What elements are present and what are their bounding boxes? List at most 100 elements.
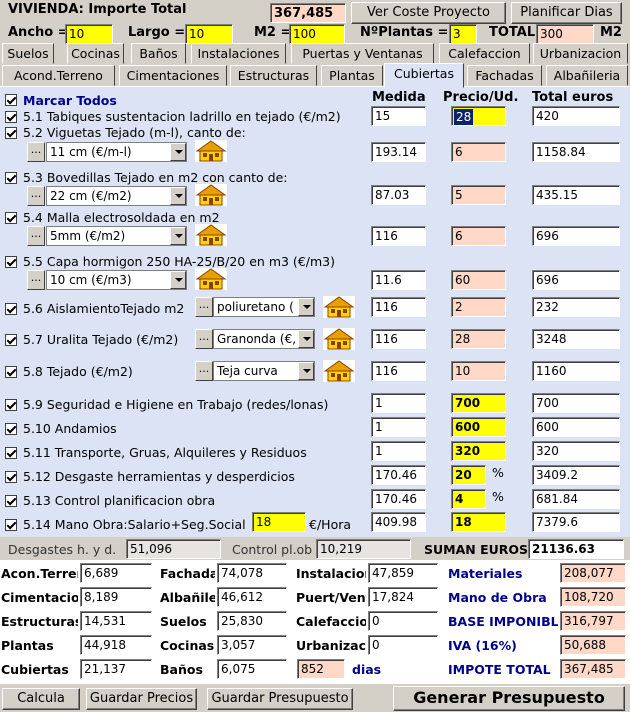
- item-5-1-medida[interactable]: 15: [371, 106, 426, 126]
- house-icon[interactable]: [195, 184, 227, 206]
- generar-presupuesto-button[interactable]: Generar Presupuesto: [393, 686, 625, 711]
- ancho-input[interactable]: 10: [65, 24, 113, 44]
- checkbox-5-1[interactable]: [5, 111, 17, 123]
- tab-cimentaciones[interactable]: Cimentaciones: [119, 65, 227, 86]
- item-5-14-medida[interactable]: 409.98: [371, 512, 426, 532]
- item-5-14-precio[interactable]: 18: [451, 512, 506, 532]
- item-5-3-medida[interactable]: 87.03: [371, 185, 426, 205]
- item-5-7-medida[interactable]: 116: [371, 329, 426, 349]
- calcula-button[interactable]: Calcula: [2, 688, 80, 710]
- item-5-4-medida[interactable]: 116: [371, 226, 426, 246]
- checkbox-5-5[interactable]: [5, 256, 17, 268]
- house-icon[interactable]: [323, 360, 355, 382]
- tab-banos[interactable]: Baños: [131, 43, 186, 64]
- checkbox-5-11[interactable]: [5, 447, 17, 459]
- item-5-3-select[interactable]: 22 cm (€/m2): [46, 186, 187, 206]
- item-5-5-medida[interactable]: 11.6: [371, 270, 426, 290]
- item-5-5-precio[interactable]: 60: [451, 270, 506, 290]
- tab-cocinas[interactable]: Cocinas: [67, 43, 124, 64]
- item-5-2-precio[interactable]: 6: [451, 142, 506, 162]
- checkbox-5-10[interactable]: [5, 423, 17, 435]
- guardar-precios-button[interactable]: Guardar Precios: [86, 688, 197, 710]
- plantas-input[interactable]: 3: [449, 24, 477, 44]
- item-5-8-more-button[interactable]: ...: [195, 361, 213, 381]
- item-5-9-medida[interactable]: 1: [371, 393, 426, 413]
- item-5-10-medida[interactable]: 1: [371, 417, 426, 437]
- summary-label-base-imponible: BASE IMPONIBLE: [448, 614, 558, 629]
- item-5-10-precio[interactable]: 600: [451, 417, 506, 437]
- summary-value-acon-terreno: 6,689: [80, 563, 152, 583]
- summary-label-fachadas: Fachadas: [160, 566, 215, 581]
- marcar-todos-label[interactable]: Marcar Todos: [23, 93, 117, 108]
- col-medida-header: Medida: [372, 90, 426, 105]
- checkbox-5-12[interactable]: [5, 471, 17, 483]
- item-5-1-precio[interactable]: 28: [451, 106, 506, 126]
- house-icon[interactable]: [195, 224, 227, 246]
- summary-label-instalaciones: Instalaciones: [296, 566, 366, 581]
- tab-acond-terreno[interactable]: Acond.Terreno: [2, 65, 115, 86]
- checkbox-5-7[interactable]: [5, 334, 17, 346]
- tab-puertas-y-ventanas[interactable]: Puertas y Ventanas: [291, 43, 434, 64]
- checkbox-5-13[interactable]: [5, 495, 17, 507]
- checkbox-5-3[interactable]: [5, 172, 17, 184]
- item-5-7-precio[interactable]: 28: [451, 329, 506, 349]
- item-5-8-medida[interactable]: 116: [371, 361, 426, 381]
- item-5-3-precio[interactable]: 5: [451, 185, 506, 205]
- item-5-8-precio[interactable]: 10: [451, 361, 506, 381]
- item-5-14-salario-input[interactable]: 18: [252, 512, 306, 532]
- item-5-4-more-button[interactable]: ...: [27, 226, 45, 246]
- house-icon[interactable]: [195, 140, 227, 162]
- item-5-2-more-button[interactable]: ...: [27, 142, 45, 162]
- item-5-2-select[interactable]: 11 cm (€/m-l): [46, 142, 187, 162]
- checkbox-5-2[interactable]: [5, 127, 17, 139]
- item-5-12-medida[interactable]: 170.46: [371, 465, 426, 485]
- item-5-2-medida[interactable]: 193.14: [371, 142, 426, 162]
- checkbox-5-9[interactable]: [5, 399, 17, 411]
- item-5-8-select[interactable]: Teja curva: [213, 361, 315, 381]
- item-5-12-precio[interactable]: 20: [451, 465, 486, 485]
- tab-albanileria[interactable]: Albañileria: [546, 65, 628, 86]
- checkbox-5-8[interactable]: [5, 366, 17, 378]
- item-5-7-select[interactable]: Granonda (€,: [213, 329, 315, 349]
- tab-cubiertas[interactable]: Cubiertas: [384, 63, 464, 88]
- item-5-6-more-button[interactable]: ...: [195, 297, 213, 317]
- summary-label-mano-de-obra: Mano de Obra: [448, 590, 547, 605]
- ver-coste-proyecto-button[interactable]: Ver Coste Proyecto: [351, 2, 506, 24]
- tab-instalaciones[interactable]: Instalaciones: [191, 43, 286, 64]
- item-5-3-more-button[interactable]: ...: [27, 186, 45, 206]
- item-5-6-medida[interactable]: 116: [371, 297, 426, 317]
- marcar-todos-checkbox[interactable]: [5, 94, 17, 106]
- checkbox-5-4[interactable]: [5, 212, 17, 224]
- item-5-9-precio[interactable]: 700: [451, 393, 506, 413]
- tab-estructuras[interactable]: Estructuras: [230, 65, 317, 86]
- item-5-7-more-button[interactable]: ...: [195, 329, 213, 349]
- summary-value-albanileria: 46,612: [217, 587, 287, 607]
- item-5-5-select[interactable]: 10 cm (€/m3): [46, 270, 187, 290]
- planificar-dias-button[interactable]: Planificar Dias: [511, 2, 622, 24]
- house-icon[interactable]: [323, 296, 355, 318]
- tab-plantas[interactable]: Plantas: [321, 65, 383, 86]
- tab-suelos[interactable]: Suelos: [2, 43, 54, 64]
- house-icon[interactable]: [195, 268, 227, 290]
- item-5-4-select[interactable]: 5mm (€/m2): [46, 226, 187, 246]
- tab-fachadas[interactable]: Fachadas: [467, 65, 542, 86]
- item-5-11-precio[interactable]: 320: [451, 441, 506, 461]
- item-5-6-precio[interactable]: 2: [451, 297, 506, 317]
- item-5-13-precio[interactable]: 4: [451, 489, 486, 509]
- item-5-4-precio[interactable]: 6: [451, 226, 506, 246]
- house-icon[interactable]: [323, 328, 355, 350]
- item-5-5-more-button[interactable]: ...: [27, 270, 45, 290]
- m2-input[interactable]: 100: [289, 24, 345, 44]
- checkbox-5-6[interactable]: [5, 303, 17, 315]
- tab-urbanizacion[interactable]: Urbanizacion: [533, 43, 628, 64]
- item-5-11-medida[interactable]: 1: [371, 441, 426, 461]
- largo-input[interactable]: 10: [185, 24, 233, 44]
- guardar-presupuesto-button[interactable]: Guardar Presupuesto: [207, 688, 353, 710]
- item-5-13-unit: %: [492, 489, 504, 504]
- tab-calefaccion[interactable]: Calefaccion: [439, 43, 530, 64]
- item-5-13-medida[interactable]: 170.46: [371, 489, 426, 509]
- checkbox-5-14[interactable]: [5, 519, 17, 531]
- item-5-6-select[interactable]: poliuretano (: [213, 297, 315, 317]
- item-5-11-label: 5.11 Transporte, Gruas, Alquileres y Res…: [23, 445, 307, 460]
- item-5-13-total: 681.84: [532, 489, 620, 509]
